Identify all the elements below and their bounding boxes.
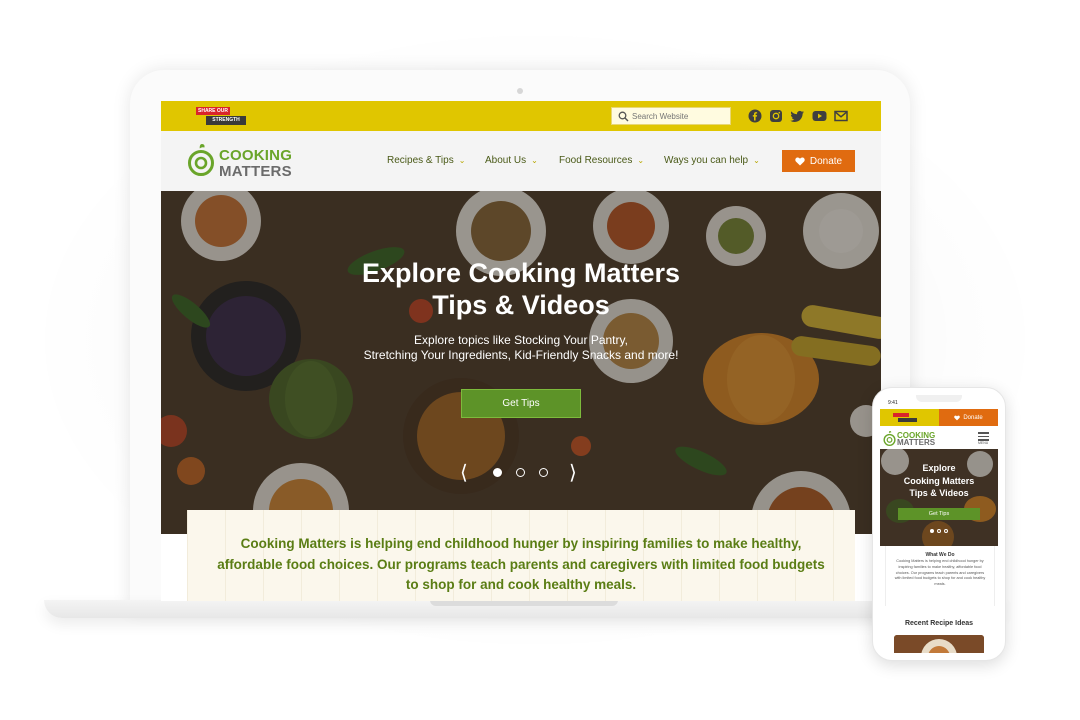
nav-item-label: Ways you can help [664, 155, 749, 166]
logo-emblem-icon [883, 431, 896, 446]
donate-button[interactable]: Donate [782, 150, 855, 172]
phone-frame: 9:41 Donate COOKING MATTERS MENU Explore… [872, 387, 1006, 661]
instagram-icon[interactable] [769, 109, 783, 123]
carousel-dot-2[interactable] [516, 468, 525, 477]
search-icon [618, 111, 629, 122]
mobile-carousel-dot-1[interactable] [930, 529, 934, 533]
phone-notch [916, 395, 962, 402]
logo-text-cooking: COOKING [219, 147, 293, 164]
mobile-what-we-do-card: What We Do Cooking Matters is helping en… [885, 546, 995, 606]
facebook-icon[interactable] [748, 109, 762, 123]
get-tips-button[interactable]: Get Tips [461, 389, 581, 418]
partner-logo-bottom-text: STRENGTH [206, 116, 246, 125]
hero-subtitle-line: Stretching Your Ingredients, Kid-Friendl… [363, 348, 679, 362]
cooking-matters-logo[interactable]: COOKING MATTERS [187, 140, 307, 184]
partner-logo-top-text: SHARE OUR [196, 107, 230, 115]
mission-statement-panel: Cooking Matters is helping end childhood… [187, 510, 855, 601]
mobile-card-title: What We Do [925, 552, 955, 558]
chevron-down-icon: ⌄ [458, 156, 466, 165]
mobile-carousel-dot-3[interactable] [944, 529, 948, 533]
mobile-hero: Explore Cooking Matters Tips & Videos Ge… [880, 449, 998, 546]
mobile-recent-recipes-title: Recent Recipe Ideas [904, 620, 974, 627]
carousel-prev-arrow-icon[interactable]: ⟨ [460, 463, 468, 483]
hero-subtitle: Explore topics like Stocking Your Pantry… [161, 333, 881, 363]
twitter-icon[interactable] [790, 109, 804, 123]
email-icon[interactable] [834, 109, 848, 123]
menu-label: MENU [978, 441, 989, 445]
nav-item-ways-you-can-help[interactable]: Ways you can help ⌄ [664, 155, 760, 166]
mobile-status-time: 9:41 [888, 400, 898, 406]
heart-icon [795, 156, 805, 165]
nav-item-recipes-tips[interactable]: Recipes & Tips ⌄ [387, 155, 465, 166]
mobile-logo-text-matters: MATTERS [897, 438, 936, 447]
nav-item-food-resources[interactable]: Food Resources ⌄ [559, 155, 644, 166]
hero-title-line: Tips & Videos [432, 290, 610, 320]
hero-subtitle-line: Explore topics like Stocking Your Pantry… [414, 333, 628, 347]
mobile-recipe-thumbnail[interactable] [894, 635, 984, 653]
hero-title: Explore Cooking Matters Tips & Videos [161, 257, 881, 321]
mobile-donate-label: Donate [963, 414, 983, 421]
mobile-hero-title-line: Cooking Matters [903, 475, 975, 486]
mobile-hero-title-line: Explore [922, 463, 956, 473]
mobile-hero-title-line: Tips & Videos [909, 488, 969, 498]
logo-emblem-icon [188, 144, 214, 176]
logo-text-matters: MATTERS [219, 163, 292, 180]
laptop-base [44, 600, 1004, 618]
desktop-website: SHARE OUR STRENGTH Search Website COOKIN… [161, 101, 881, 601]
mobile-card-body: Cooking Matters is helping end childhood… [894, 559, 986, 587]
mobile-navigation: COOKING MATTERS MENU [880, 426, 998, 449]
heart-icon [954, 415, 961, 420]
nav-item-label: About Us [485, 155, 527, 166]
youtube-icon[interactable] [812, 109, 827, 123]
mobile-carousel-dot-2[interactable] [937, 529, 941, 533]
chevron-down-icon: ⌄ [753, 156, 760, 165]
chevron-down-icon: ⌄ [531, 156, 538, 165]
partner-logo-dark-block [898, 418, 917, 422]
hamburger-menu-icon[interactable]: MENU [978, 432, 990, 446]
search-box[interactable] [611, 107, 731, 125]
nav-item-about-us[interactable]: About Us ⌄ [485, 155, 538, 166]
main-navigation: COOKING MATTERS Recipes & Tips ⌄ About Us… [161, 131, 881, 191]
mobile-get-tips-button[interactable]: Get Tips [898, 508, 980, 520]
carousel-dot-3[interactable] [539, 468, 548, 477]
carousel-next-arrow-icon[interactable]: ⟩ [569, 463, 577, 483]
search-input[interactable] [632, 109, 727, 123]
share-our-strength-logo[interactable]: SHARE OUR STRENGTH [196, 107, 246, 125]
hero-carousel: Explore Cooking Matters Tips & Videos Ex… [161, 191, 881, 534]
carousel-dot-1[interactable] [493, 468, 502, 477]
chevron-down-icon: ⌄ [637, 156, 645, 165]
donate-button-label: Donate [809, 155, 843, 167]
nav-item-label: Food Resources [559, 155, 633, 166]
mobile-donate-button[interactable]: Donate [939, 409, 998, 426]
utility-bar: SHARE OUR STRENGTH [161, 101, 881, 131]
mobile-hero-title: Explore Cooking Matters Tips & Videos [880, 462, 998, 500]
nav-item-label: Recipes & Tips [387, 155, 454, 166]
partner-logo-red-block [893, 413, 909, 417]
laptop-camera [517, 88, 523, 94]
hero-title-line: Explore Cooking Matters [361, 258, 681, 288]
mission-statement-text: Cooking Matters is helping end childhood… [217, 536, 825, 592]
mobile-website: 9:41 Donate COOKING MATTERS MENU Explore… [880, 395, 998, 653]
mobile-share-our-strength-logo[interactable] [893, 413, 917, 422]
